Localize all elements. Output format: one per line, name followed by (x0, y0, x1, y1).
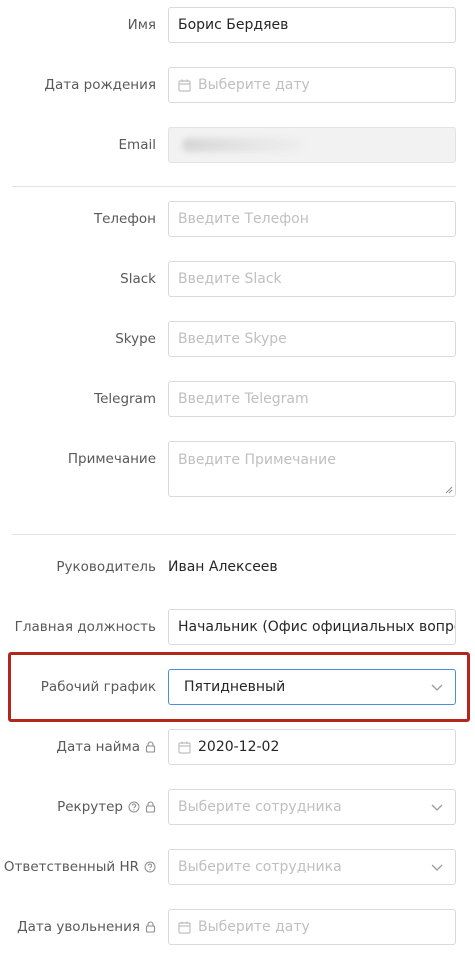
lock-icon (145, 741, 156, 753)
field-slack: Slack Введите Slack (0, 261, 475, 297)
calendar-icon (178, 741, 191, 754)
birthdate-picker[interactable]: Выберите дату (168, 67, 456, 103)
field-dismissal-date: Дата увольнения Выберите дату (0, 909, 475, 945)
field-recruiter: Рекрутер Выберите сотрудника (0, 789, 475, 825)
hr-select[interactable]: Выберите сотрудника (168, 849, 456, 885)
telegram-label: Telegram (94, 391, 156, 407)
schedule-select[interactable]: Пятидневный (168, 669, 456, 705)
field-email: Email (0, 127, 475, 163)
recruiter-label: Рекрутер (0, 789, 156, 825)
skype-label: Skype (115, 331, 156, 347)
question-circle-icon[interactable] (144, 861, 156, 873)
hire-date-label: Дата найма (0, 729, 156, 765)
calendar-icon (178, 79, 191, 92)
lock-icon (145, 801, 156, 813)
birthdate-label: Дата рождения (44, 77, 156, 93)
field-phone: Телефон Введите Телефон (0, 201, 475, 237)
hr-label: Ответственный HR (0, 849, 156, 885)
phone-input[interactable]: Введите Телефон (168, 201, 456, 237)
note-label: Примечание (67, 451, 156, 467)
name-label: Имя (127, 17, 156, 33)
calendar-icon (178, 921, 191, 934)
hire-date-picker[interactable]: 2020-12-02 (168, 729, 456, 765)
field-birthdate: Дата рождения Выберите дату (0, 67, 475, 103)
chevron-down-icon (431, 802, 443, 812)
field-hr: Ответственный HR Выберите сотрудника (0, 849, 475, 885)
chevron-down-icon (431, 682, 443, 692)
field-skype: Skype Введите Skype (0, 321, 475, 357)
dismissal-date-label: Дата увольнения (0, 909, 156, 945)
telegram-input[interactable]: Введите Telegram (168, 381, 456, 417)
recruiter-select[interactable]: Выберите сотрудника (168, 789, 456, 825)
chevron-down-icon (431, 862, 443, 872)
slack-label: Slack (120, 271, 156, 287)
dismissal-date-picker[interactable]: Выберите дату (168, 909, 456, 945)
divider (12, 534, 456, 535)
divider (12, 186, 456, 187)
field-note: Примечание Введите Примечание (0, 441, 475, 497)
resize-handle-icon[interactable] (445, 486, 453, 494)
lock-icon (145, 921, 156, 933)
question-circle-icon[interactable] (128, 801, 140, 813)
skype-input[interactable]: Введите Skype (168, 321, 456, 357)
slack-input[interactable]: Введите Slack (168, 261, 456, 297)
name-input[interactable]: Борис Бердяев (168, 7, 456, 43)
manager-label: Руководитель (56, 559, 156, 575)
email-label: Email (118, 137, 156, 153)
email-input (168, 127, 456, 163)
field-schedule: Рабочий график Пятидневный (0, 669, 475, 705)
phone-label: Телефон (93, 211, 156, 227)
manager-value: Иван Алексеев (168, 559, 278, 575)
main-position-label: Главная должность (14, 619, 156, 635)
field-hire-date: Дата найма 2020-12-02 (0, 729, 475, 765)
email-redacted (182, 138, 302, 152)
field-main-position: Главная должность Начальник (Офис официа… (0, 609, 475, 645)
field-telegram: Telegram Введите Telegram (0, 381, 475, 417)
field-manager: Руководитель Иван Алексеев (0, 549, 475, 585)
field-name: Имя Борис Бердяев (0, 7, 475, 43)
main-position-input[interactable]: Начальник (Офис официальных вопросов) (168, 609, 456, 645)
schedule-label: Рабочий график (40, 679, 156, 695)
note-textarea[interactable]: Введите Примечание (168, 441, 456, 497)
